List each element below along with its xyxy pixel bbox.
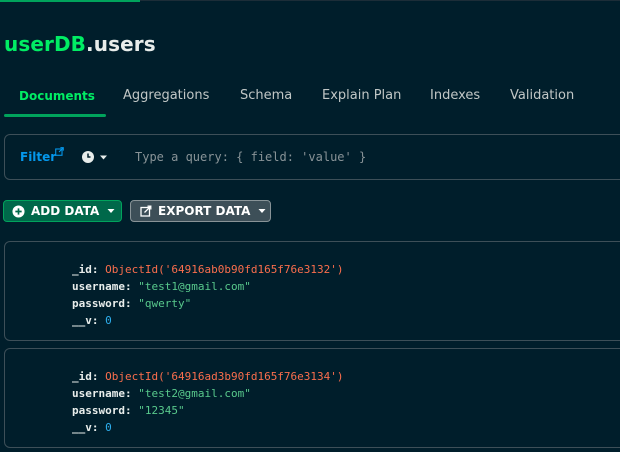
active-tab-indicator-top: [0, 0, 140, 2]
namespace-title: userDB.users: [4, 32, 156, 56]
field-password: password: "qwerty": [72, 295, 344, 312]
tab-schema[interactable]: Schema: [240, 88, 292, 103]
query-bar: Filter: [4, 134, 620, 180]
active-tab-underline: [4, 114, 106, 117]
plus-circle-icon: [12, 204, 25, 218]
collection-tabs: Documents Aggregations Schema Explain Pl…: [0, 80, 620, 118]
field-key: _id:: [72, 263, 99, 276]
field-value: "qwerty": [138, 297, 192, 310]
document-card[interactable]: _id: ObjectId('64916ab0b90fd165f76e3132'…: [4, 241, 620, 341]
tab-aggregations[interactable]: Aggregations: [123, 88, 209, 103]
tab-validation[interactable]: Validation: [510, 88, 574, 103]
field-value: "test2@gmail.com": [138, 387, 251, 400]
tab-explain-plan[interactable]: Explain Plan: [322, 88, 401, 103]
field-value: 0: [105, 421, 112, 434]
export-icon: [140, 205, 152, 217]
field-value: "test1@gmail.com": [138, 280, 251, 293]
clock-icon: [82, 151, 94, 163]
field-value: 0: [105, 314, 112, 327]
field-key: __v:: [72, 314, 99, 327]
database-name[interactable]: userDB: [4, 32, 86, 56]
field-username: username: "test1@gmail.com": [72, 278, 344, 295]
add-data-label: ADD DATA: [31, 204, 100, 218]
field-id: _id: ObjectId('64916ab0b90fd165f76e3132'…: [72, 261, 344, 278]
query-history-button[interactable]: [81, 150, 113, 164]
tab-indexes[interactable]: Indexes: [430, 88, 480, 103]
field-key: username:: [72, 280, 132, 293]
chevron-down-icon: [100, 155, 107, 160]
field-value: ObjectId('64916ad3b90fd165f76e3134'): [105, 370, 344, 383]
field-value: "12345": [138, 404, 185, 417]
field-key: __v:: [72, 421, 99, 434]
top-divider: [140, 0, 620, 1]
export-data-button[interactable]: EXPORT DATA: [130, 200, 271, 222]
document-card[interactable]: _id: ObjectId('64916ad3b90fd165f76e3134'…: [4, 348, 620, 448]
caret-down-icon: [258, 209, 266, 213]
export-data-label: EXPORT DATA: [158, 204, 251, 218]
external-link-icon[interactable]: [55, 147, 64, 156]
field-key: _id:: [72, 370, 99, 383]
filter-link[interactable]: Filter: [20, 150, 56, 164]
field-key: password:: [72, 404, 132, 417]
field-id: _id: ObjectId('64916ad3b90fd165f76e3134'…: [72, 368, 344, 385]
field-password: password: "12345": [72, 402, 344, 419]
collection-name: .users: [86, 32, 156, 56]
field-version: __v: 0: [72, 312, 344, 329]
document-fields: _id: ObjectId('64916ab0b90fd165f76e3132'…: [72, 261, 344, 329]
query-input[interactable]: [135, 146, 615, 168]
field-version: __v: 0: [72, 419, 344, 436]
field-value: ObjectId('64916ab0b90fd165f76e3132'): [105, 263, 344, 276]
add-data-button[interactable]: ADD DATA: [3, 200, 122, 222]
caret-down-icon: [107, 209, 115, 213]
field-username: username: "test2@gmail.com": [72, 385, 344, 402]
field-key: username:: [72, 387, 132, 400]
document-fields: _id: ObjectId('64916ad3b90fd165f76e3134'…: [72, 368, 344, 436]
tab-documents[interactable]: Documents: [19, 89, 95, 103]
field-key: password:: [72, 297, 132, 310]
